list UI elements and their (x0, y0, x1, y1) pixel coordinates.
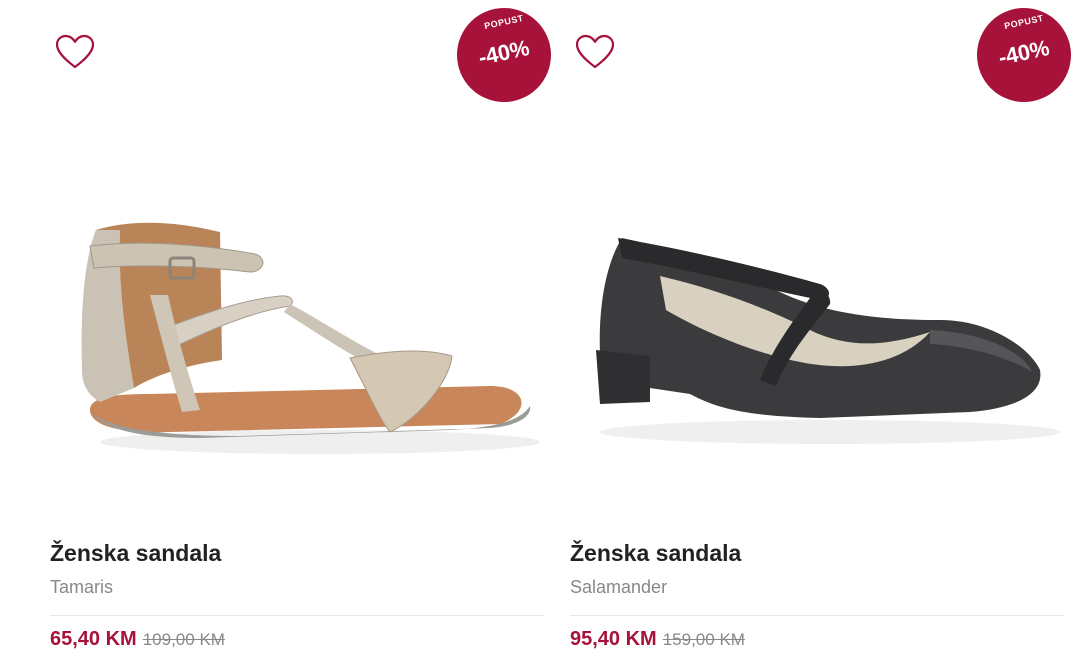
heart-outline-icon[interactable] (55, 34, 95, 70)
product-grid: POPUST -40% Ženska sandala Tamaris 65,40… (0, 0, 1078, 666)
price-row: 65,40 KM 109,00 KM (50, 628, 225, 651)
current-price: 95,40 KM (570, 628, 657, 650)
discount-badge-value: -40% (476, 34, 532, 71)
discount-badge: POPUST -40% (457, 8, 551, 102)
product-image[interactable] (570, 180, 1064, 480)
price-row: 95,40 KM 159,00 KM (570, 628, 745, 651)
heart-outline-icon[interactable] (575, 34, 615, 70)
old-price: 159,00 KM (662, 630, 745, 649)
divider (50, 615, 544, 616)
discount-badge: POPUST -40% (977, 8, 1071, 102)
product-card[interactable]: POPUST -40% Ženska sandala Tamaris 65,40… (50, 0, 551, 666)
current-price: 65,40 KM (50, 628, 137, 650)
discount-badge-value: -40% (996, 34, 1052, 71)
product-image[interactable] (50, 180, 544, 480)
product-card[interactable]: POPUST -40% Ženska sandala Salamander 95… (570, 0, 1071, 666)
product-brand: Salamander (570, 577, 668, 597)
product-brand: Tamaris (50, 577, 114, 597)
divider (570, 615, 1064, 616)
old-price: 109,00 KM (142, 630, 225, 649)
product-title[interactable]: Ženska sandala (50, 540, 221, 567)
product-title[interactable]: Ženska sandala (570, 540, 741, 567)
